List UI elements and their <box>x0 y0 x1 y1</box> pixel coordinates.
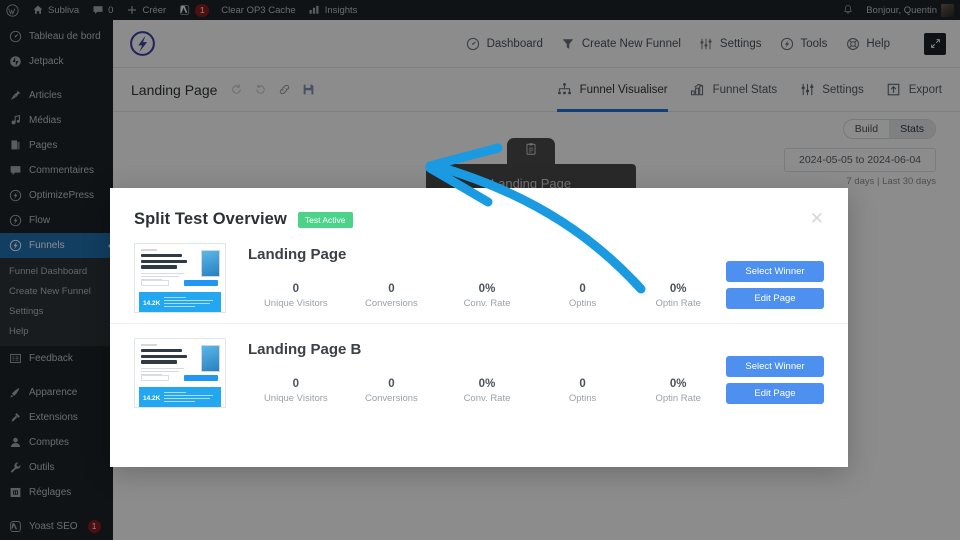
thumbnail-banner: 14.2K <box>139 387 221 407</box>
stat-conversions: 0 Conversions <box>344 283 440 309</box>
thumbnail-top <box>135 339 225 386</box>
thumbnail-email-input <box>141 280 169 286</box>
edit-page-button[interactable]: Edit Page <box>726 383 824 404</box>
stat-label: Conv. Rate <box>463 298 511 309</box>
thumbnail-body-line <box>141 367 184 370</box>
thumbnail-banner-line <box>164 297 187 299</box>
select-winner-button[interactable]: Select Winner <box>726 261 824 282</box>
variant-stats: 0 Unique Visitors 0 Conversions 0% Conv.… <box>248 283 726 309</box>
stat-value: 0 <box>579 378 586 390</box>
thumbnail-headline-line <box>141 349 183 353</box>
thumbnail-headline-line <box>141 265 178 269</box>
stat-conv-rate: 0% Conv. Rate <box>439 283 535 309</box>
thumbnail-product-image <box>201 250 220 277</box>
stat-label: Optin Rate <box>655 393 701 404</box>
thumbnail-banner-line <box>164 305 195 308</box>
screen: Subliva 0 Créer 1 Clear OP3 Cache Insigh… <box>0 0 960 540</box>
thumbnail-cta-button <box>184 280 218 286</box>
modal-header: Split Test Overview Test Active ✕ <box>110 188 848 229</box>
thumbnail-banner: 14.2K <box>139 292 221 312</box>
thumbnail-top <box>135 244 225 291</box>
close-icon[interactable]: ✕ <box>810 210 824 227</box>
stat-conv-rate: 0% Conv. Rate <box>439 378 535 404</box>
thumbnail-product-image <box>201 345 220 372</box>
stat-label: Conversions <box>364 393 418 404</box>
stat-label: Unique Visitors <box>263 298 328 309</box>
stat-value: 0% <box>478 378 496 390</box>
stat-optin-rate: 0% Optin Rate <box>630 378 726 404</box>
stat-label: Optin Rate <box>655 298 701 309</box>
thumbnail-banner-line <box>164 398 210 400</box>
edit-page-button[interactable]: Edit Page <box>726 288 824 309</box>
variant-thumbnail[interactable]: 14.2K <box>134 243 226 313</box>
split-test-overview-modal: Split Test Overview Test Active ✕ 14.2K … <box>110 188 848 467</box>
stat-value: 0 <box>579 283 586 295</box>
thumbnail-kicker <box>141 344 157 346</box>
status-badge: Test Active <box>297 212 353 228</box>
thumbnail-banner-line <box>164 395 213 397</box>
stat-label: Optins <box>568 298 597 309</box>
variant-details: Landing Page B 0 Unique Visitors 0 Conve… <box>226 338 726 404</box>
thumbnail-cta-button <box>184 375 218 381</box>
stat-unique-visitors: 0 Unique Visitors <box>248 283 344 309</box>
variant-row: 14.2K Landing Page 0 Unique Visitors 0 C… <box>110 229 848 323</box>
thumbnail-banner-text <box>164 297 217 309</box>
thumbnail-body-line <box>141 275 179 278</box>
thumbnail-headline-line <box>141 259 187 263</box>
variant-row: 14.2K Landing Page B 0 Unique Visitors 0… <box>110 323 848 418</box>
variant-details: Landing Page 0 Unique Visitors 0 Convers… <box>226 243 726 309</box>
stat-unique-visitors: 0 Unique Visitors <box>248 378 344 404</box>
stat-label: Conversions <box>364 298 418 309</box>
stat-optins: 0 Optins <box>535 283 631 309</box>
stat-value: 0 <box>388 378 395 390</box>
stat-value: 0% <box>478 283 496 295</box>
thumbnail-email-input <box>141 375 169 381</box>
stat-label: Conv. Rate <box>463 393 511 404</box>
variant-name: Landing Page B <box>248 341 362 358</box>
thumbnail-banner-line <box>164 400 195 403</box>
variant-actions: Select Winner Edit Page <box>726 338 824 404</box>
stat-optins: 0 Optins <box>535 378 631 404</box>
thumbnail-banner-line <box>164 303 210 305</box>
stat-conversions: 0 Conversions <box>344 378 440 404</box>
stat-value: 0% <box>669 283 687 295</box>
modal-title: Split Test Overview <box>134 210 287 228</box>
thumbnail-big-number: 14.2K <box>143 394 161 402</box>
thumbnail-headline-line <box>141 360 178 364</box>
stat-value: 0 <box>292 378 299 390</box>
stat-value: 0 <box>388 283 395 295</box>
thumbnail-body-line <box>141 272 184 275</box>
variant-name: Landing Page <box>248 246 347 263</box>
thumbnail-big-number: 14.2K <box>143 299 161 307</box>
thumbnail-kicker <box>141 249 157 251</box>
variant-stats: 0 Unique Visitors 0 Conversions 0% Conv.… <box>248 378 726 404</box>
stat-optin-rate: 0% Optin Rate <box>630 283 726 309</box>
thumbnail-body-line <box>141 370 179 373</box>
thumbnail-banner-line <box>164 300 213 302</box>
variant-thumbnail[interactable]: 14.2K <box>134 338 226 408</box>
variant-actions: Select Winner Edit Page <box>726 243 824 309</box>
thumbnail-headline-line <box>141 354 187 358</box>
thumbnail-banner-line <box>164 392 187 394</box>
stat-value: 0 <box>292 283 299 295</box>
stat-label: Optins <box>568 393 597 404</box>
select-winner-button[interactable]: Select Winner <box>726 356 824 377</box>
stat-label: Unique Visitors <box>263 393 328 404</box>
thumbnail-banner-text <box>164 392 217 404</box>
stat-value: 0% <box>669 378 687 390</box>
thumbnail-headline-line <box>141 254 183 258</box>
